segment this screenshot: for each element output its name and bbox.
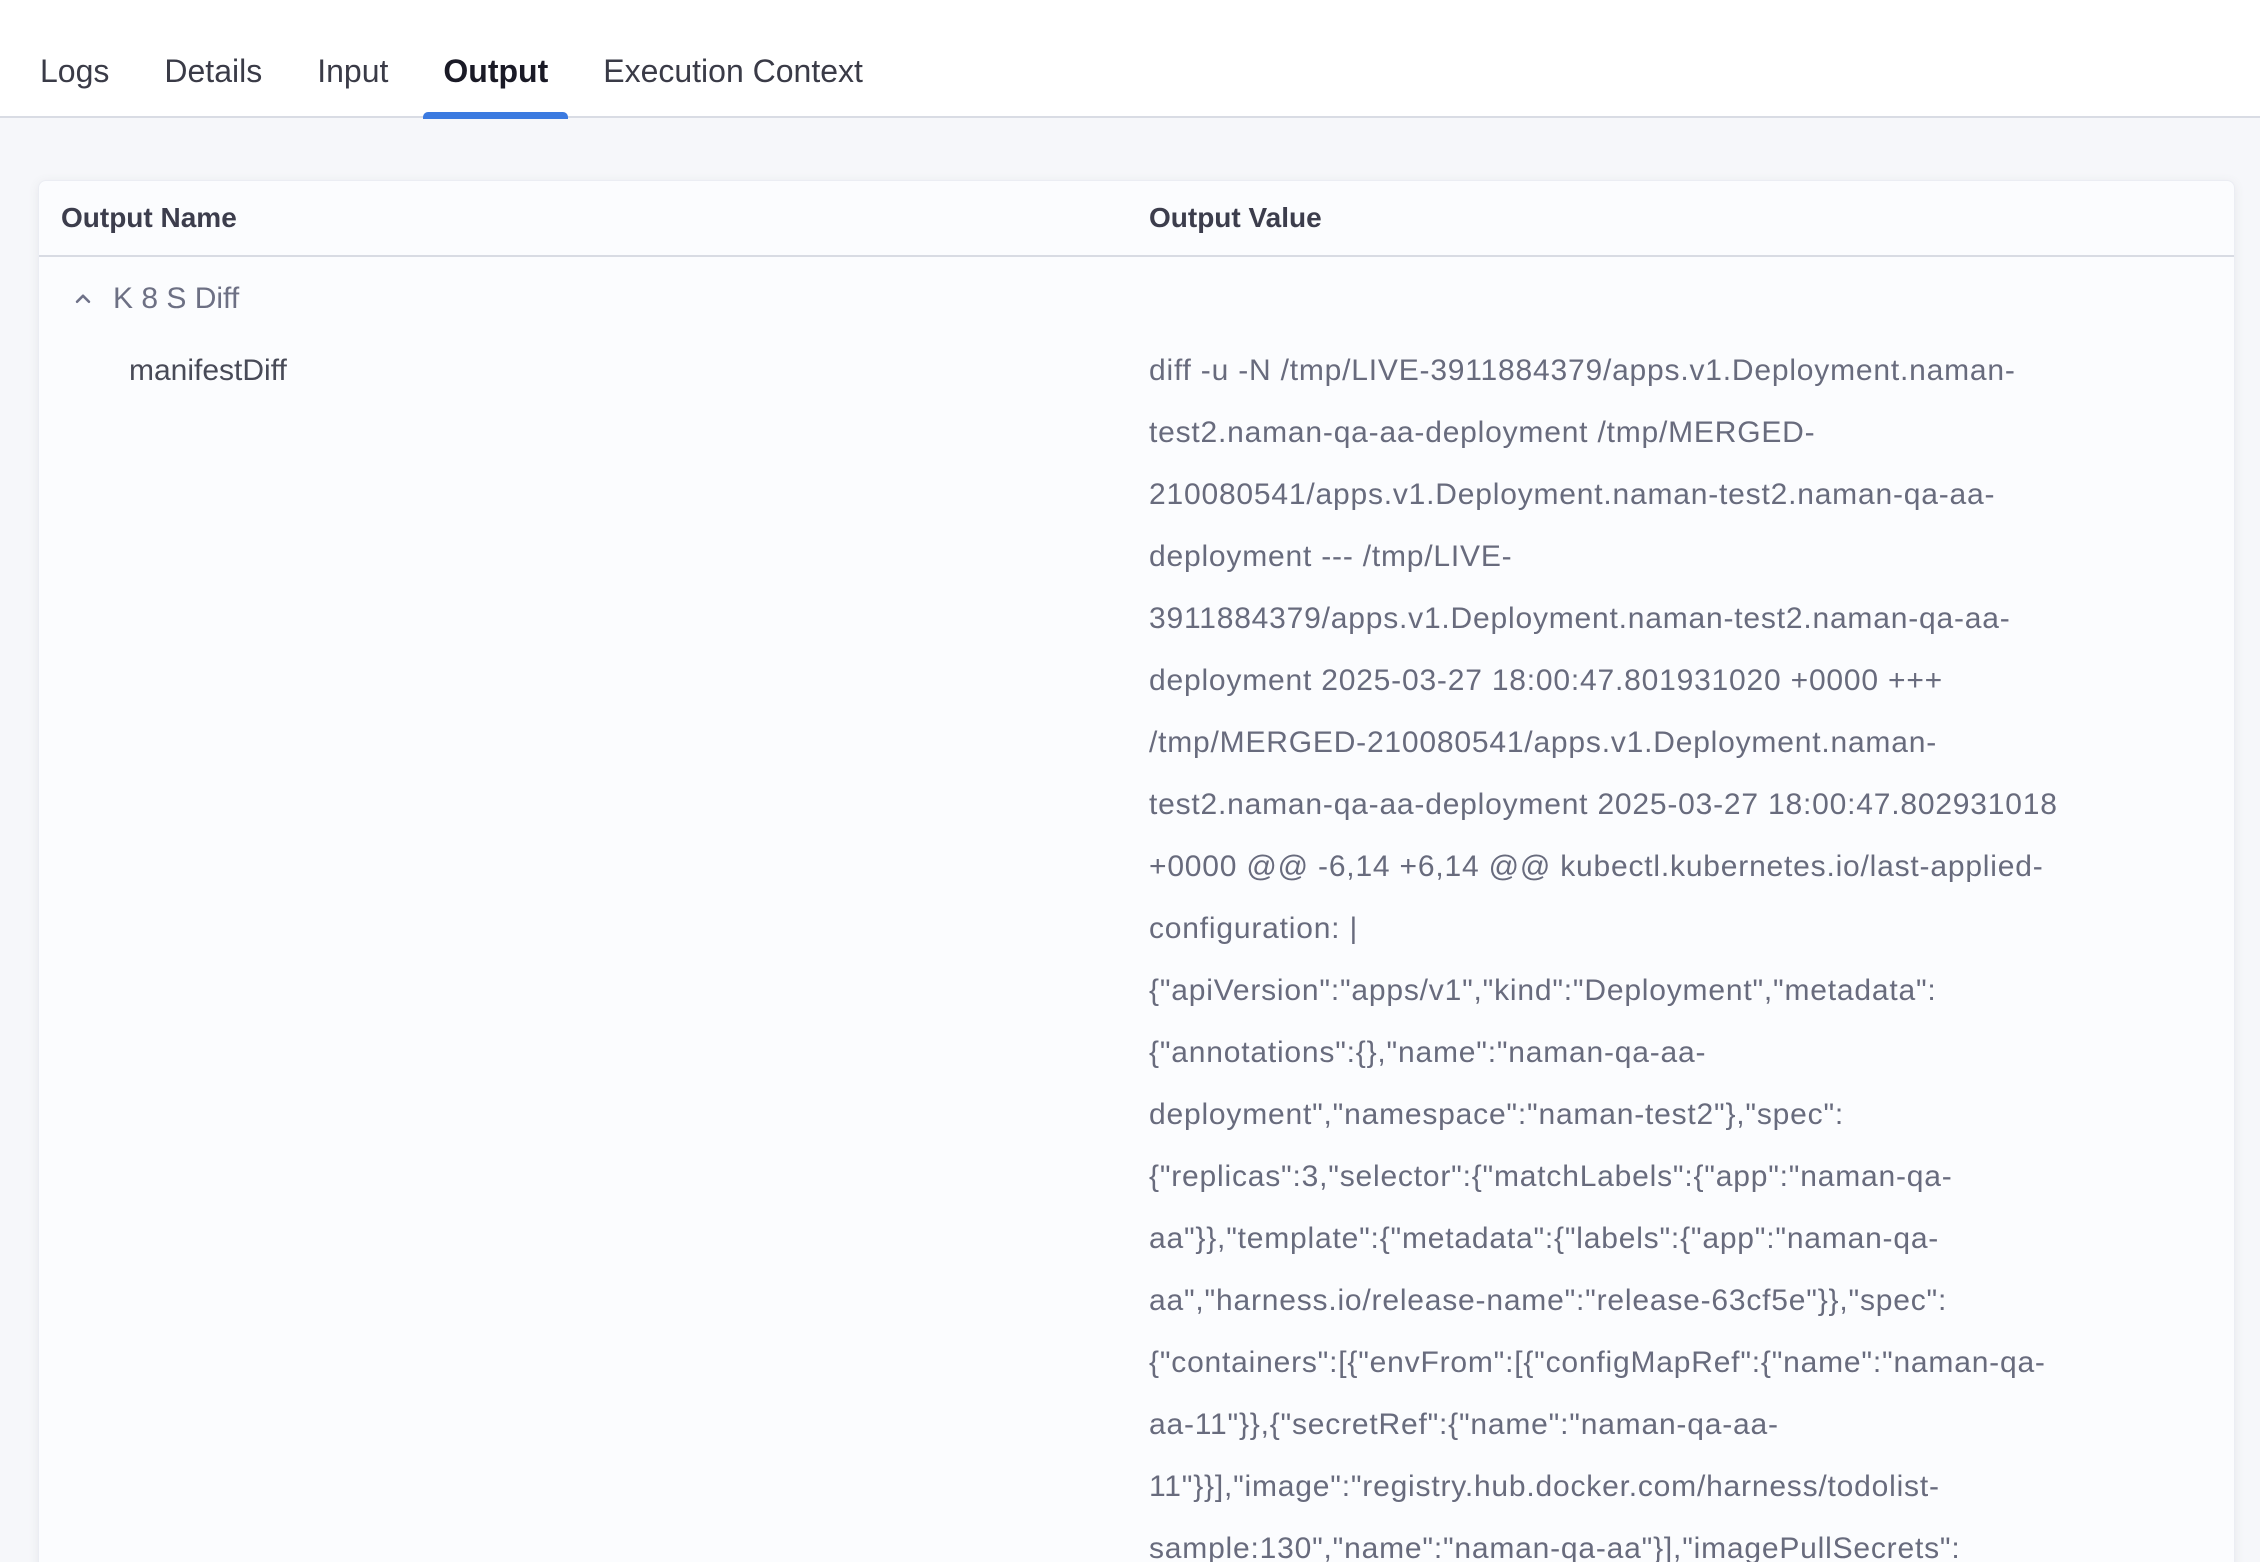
tab-logs[interactable]: Logs <box>40 25 109 117</box>
tab-output[interactable]: Output <box>443 25 548 117</box>
output-table-card: Output Name Output Value K 8 S Diff mani… <box>38 180 2235 1562</box>
column-header-output-name: Output Name <box>39 202 1149 234</box>
tab-input-label: Input <box>317 53 388 90</box>
tab-execution-context[interactable]: Execution Context <box>603 25 863 117</box>
tab-details-label: Details <box>164 53 262 90</box>
tab-bar: Logs Details Input Output Execution Cont… <box>0 0 2260 118</box>
tab-output-label: Output <box>443 53 548 90</box>
output-tab-content: Output Name Output Value K 8 S Diff mani… <box>0 118 2260 1562</box>
output-row-manifest-diff: manifestDiff diff -u -N /tmp/LIVE-391188… <box>39 340 2234 1562</box>
chevron-up-icon[interactable] <box>72 288 94 310</box>
tab-execution-context-label: Execution Context <box>603 53 863 90</box>
group-row-k8s-diff[interactable]: K 8 S Diff <box>39 257 2234 340</box>
group-label: K 8 S Diff <box>113 282 239 316</box>
tab-input[interactable]: Input <box>317 25 388 117</box>
output-value-cell: diff -u -N /tmp/LIVE-3911884379/apps.v1.… <box>1149 340 2064 1562</box>
tab-details[interactable]: Details <box>164 25 262 117</box>
tab-logs-label: Logs <box>40 53 109 90</box>
active-tab-indicator <box>423 112 568 119</box>
column-header-output-value: Output Value <box>1149 202 2234 234</box>
output-name-cell: manifestDiff <box>39 340 1149 402</box>
execution-output-page: { "tab_bar": { "tabs": [ { "label": "Log… <box>0 0 2260 1562</box>
output-table-header: Output Name Output Value <box>39 181 2234 257</box>
